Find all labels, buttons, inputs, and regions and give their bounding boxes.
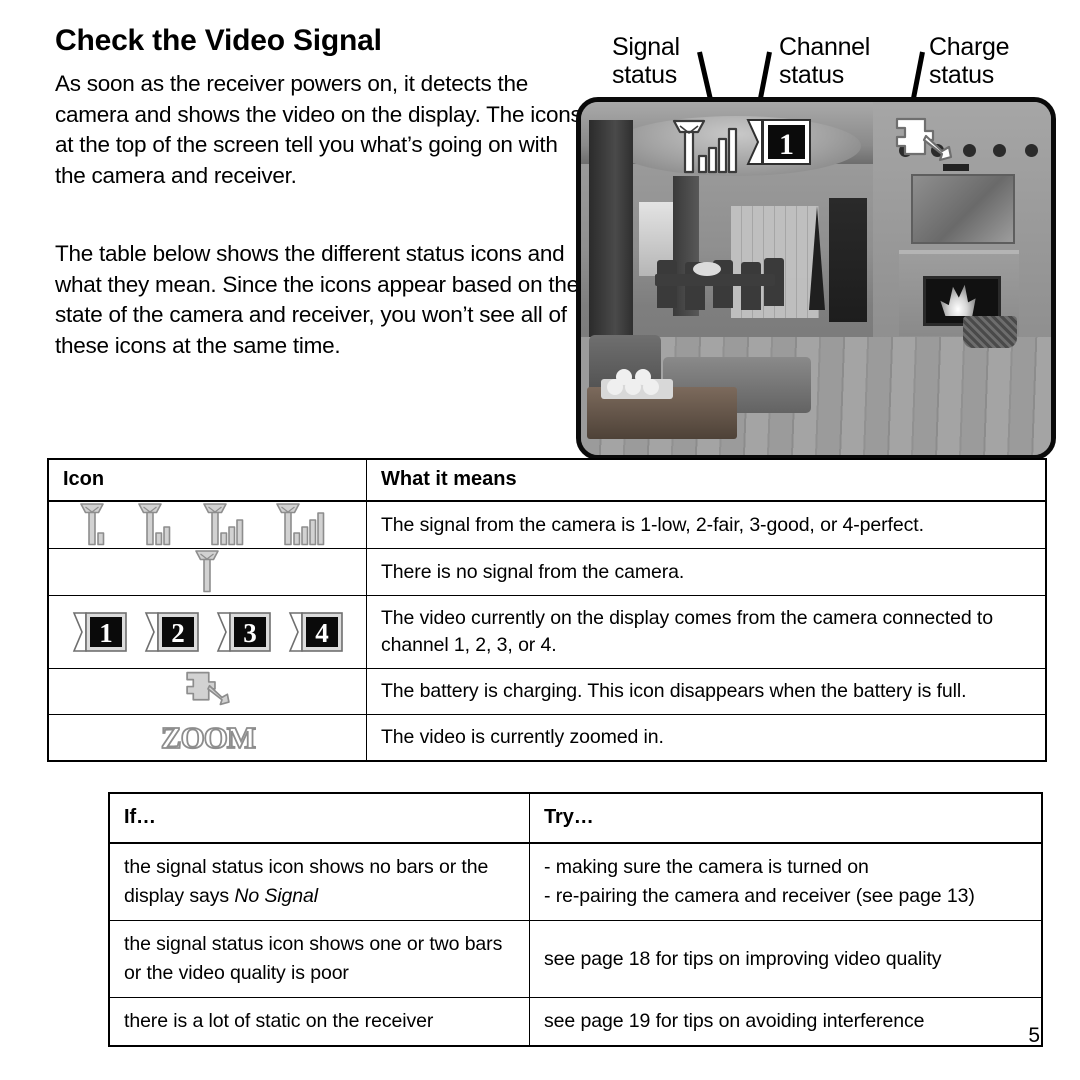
signal-strength-icons xyxy=(47,500,367,549)
living-room-scene xyxy=(581,102,1051,455)
receiver-display-photo: 1 xyxy=(576,97,1056,460)
try-action-cell: - making sure the camera is turned on - … xyxy=(529,842,1043,921)
icon-meaning-table: Icon What it means The signal from the c… xyxy=(47,458,1047,762)
wall-television xyxy=(911,174,1015,244)
zoom-text-icon: ZOOM xyxy=(160,720,257,756)
column-header-try: Try… xyxy=(529,792,1043,844)
try-action-cell: see page 19 for tips on avoiding interfe… xyxy=(529,997,1043,1047)
table-row: There is no signal from the camera. xyxy=(47,548,1047,596)
ceiling-spotlight xyxy=(963,144,976,157)
if-condition-cell: the signal status icon shows no bars or … xyxy=(108,842,530,921)
fruit xyxy=(616,369,632,385)
icon-meaning-text: The video currently on the display comes… xyxy=(366,595,1047,669)
log-basket xyxy=(963,316,1017,348)
channel-number-label: 3 xyxy=(243,618,257,648)
ceiling-spotlight xyxy=(1025,144,1038,157)
table-header-row: If… Try… xyxy=(108,792,1043,844)
battery-charging-icon xyxy=(47,668,367,715)
ceiling-spotlight xyxy=(993,144,1006,157)
if-condition-cell: the signal status icon shows one or two … xyxy=(108,920,530,998)
icon-meaning-text: The video is currently zoomed in. xyxy=(366,714,1047,762)
table-flowers xyxy=(693,262,721,276)
callout-label-channel-status: Channel status xyxy=(779,33,871,89)
channel-2-icon: 2 xyxy=(144,612,199,652)
signal-level-4-icon xyxy=(276,503,325,546)
plug-charging-icon xyxy=(185,671,230,705)
callout-label-signal-status: Signal status xyxy=(612,33,680,89)
table-row: The signal from the camera is 1-low, 2-f… xyxy=(47,500,1047,549)
column-header-if: If… xyxy=(108,792,530,844)
try-action-cell: see page 18 for tips on improving video … xyxy=(529,920,1043,998)
signal-level-2-icon xyxy=(138,503,171,546)
dining-chair xyxy=(741,262,761,310)
zoom-icon: ZOOM xyxy=(47,714,367,762)
table-row: ZOOM The video is currently zoomed in. xyxy=(47,714,1047,762)
try-action-line: - re-pairing the camera and receiver (se… xyxy=(544,885,975,907)
icon-meaning-text: There is no signal from the camera. xyxy=(366,548,1047,596)
try-action-line: - making sure the camera is turned on xyxy=(544,856,869,878)
if-condition-emphasis: No Signal xyxy=(234,885,318,907)
signal-level-1-icon xyxy=(80,503,105,546)
table-row: there is a lot of static on the receiver… xyxy=(108,997,1043,1047)
signal-bars-icon xyxy=(669,118,741,180)
channel-4-icon: 4 xyxy=(288,612,343,652)
page-title: Check the Video Signal xyxy=(55,24,382,57)
table-intro-paragraph: The table below shows the different stat… xyxy=(55,241,579,358)
channel-number-label: 2 xyxy=(171,618,185,648)
channel-3-icon: 3 xyxy=(216,612,271,652)
battery-charging-icon xyxy=(893,116,955,172)
table-row: the signal status icon shows one or two … xyxy=(108,920,1043,998)
osd-channel-number: 1 xyxy=(779,128,794,161)
callout-label-charge-status: Charge status xyxy=(929,33,1010,89)
zoom-label: ZOOM xyxy=(160,720,255,755)
table-row: the signal status icon shows no bars or … xyxy=(108,842,1043,921)
page-number: 5 xyxy=(1028,1024,1040,1047)
doorway xyxy=(829,198,867,322)
table-header-row: Icon What it means xyxy=(47,458,1047,502)
channel-number-label: 4 xyxy=(315,618,329,648)
signal-level-3-icon xyxy=(203,503,244,546)
table-row: 1 2 3 4 The video currently on the displ… xyxy=(47,595,1047,669)
signal-level-0-icon xyxy=(194,550,219,593)
fruit xyxy=(635,369,651,385)
intro-paragraph: As soon as the receiver powers on, it de… xyxy=(55,71,582,188)
curtain-left xyxy=(589,120,633,345)
channel-number-label: 1 xyxy=(99,618,113,648)
icon-meaning-text: The battery is charging. This icon disap… xyxy=(366,668,1047,715)
channel-number-icon: 1 xyxy=(746,118,812,166)
dining-table xyxy=(655,274,775,286)
channel-1-icon: 1 xyxy=(72,612,127,652)
no-signal-icon xyxy=(47,548,367,596)
if-condition-cell: there is a lot of static on the receiver xyxy=(108,997,530,1047)
column-header-icon: Icon xyxy=(47,458,367,502)
table-row: The battery is charging. This icon disap… xyxy=(47,668,1047,715)
icon-meaning-text: The signal from the camera is 1-low, 2-f… xyxy=(366,500,1047,549)
column-header-meaning: What it means xyxy=(366,458,1047,502)
troubleshooting-table: If… Try… the signal status icon shows no… xyxy=(108,792,1043,1047)
channel-number-icons: 1 2 3 4 xyxy=(47,595,367,669)
